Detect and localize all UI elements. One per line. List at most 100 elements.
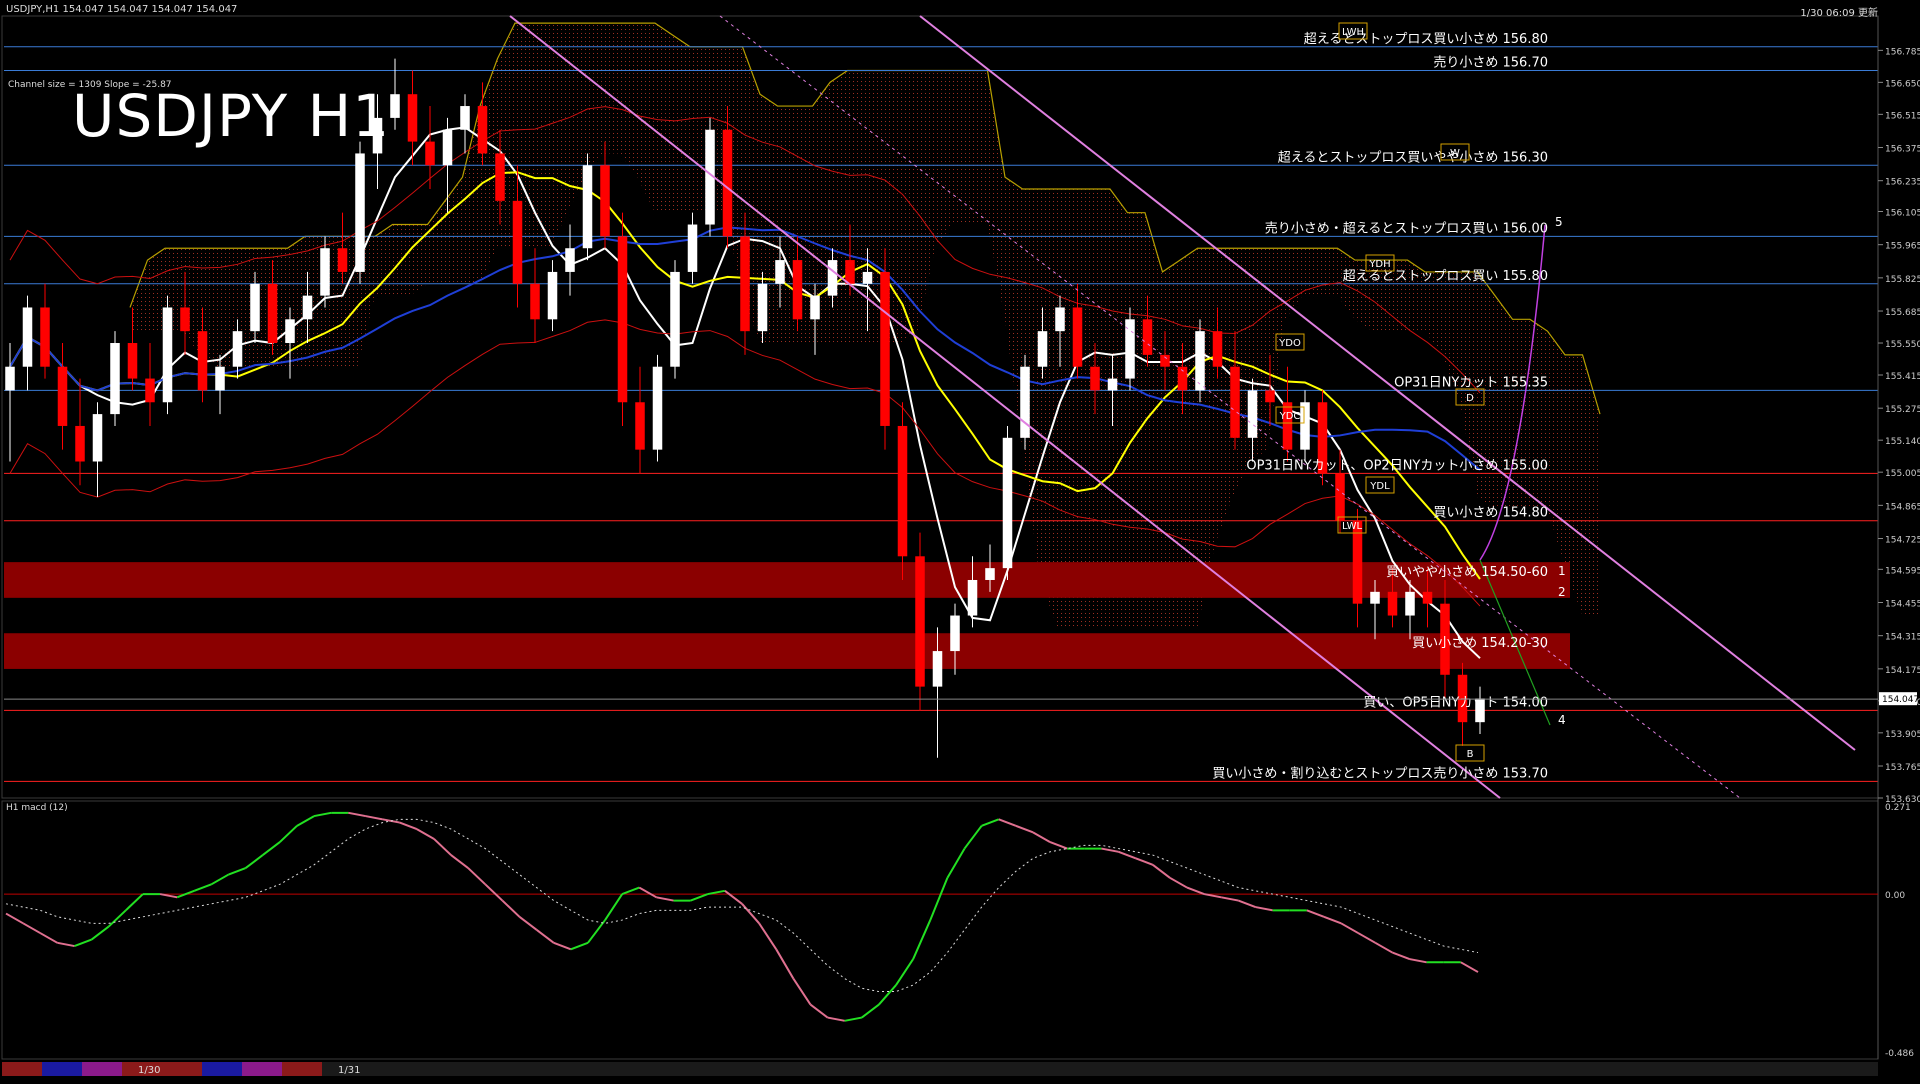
candle-body bbox=[110, 343, 120, 415]
candle-body bbox=[40, 307, 50, 367]
price-tick-label: 153.905 bbox=[1885, 730, 1920, 740]
projection-label: 5 bbox=[1555, 215, 1563, 229]
macd-tick-label: 0.00 bbox=[1885, 891, 1905, 901]
candle-body bbox=[407, 94, 418, 142]
candle-body bbox=[757, 283, 768, 332]
candle-body bbox=[337, 248, 348, 272]
marker-label: YDO bbox=[1278, 338, 1301, 349]
candle-body bbox=[267, 283, 278, 344]
candle-body bbox=[635, 402, 645, 450]
price-tick-label: 155.825 bbox=[1885, 275, 1920, 285]
candle-body bbox=[197, 331, 208, 391]
date-label: 1/30 bbox=[138, 1065, 160, 1076]
marker-label: YDL bbox=[1369, 481, 1390, 492]
candle-body bbox=[162, 307, 173, 403]
chart-canvas: 超えるとストップロス買い小さめ 156.80売り小さめ 156.70超えるとスト… bbox=[0, 0, 1920, 1080]
candle-body bbox=[792, 260, 803, 320]
candle-body bbox=[1422, 591, 1433, 604]
price-tick-label: 155.550 bbox=[1885, 340, 1920, 350]
level-label: 売り小さめ 156.70 bbox=[1433, 55, 1548, 71]
candle-body bbox=[775, 260, 785, 284]
session-bar bbox=[82, 1062, 122, 1076]
candle-body bbox=[617, 236, 628, 403]
candle-body bbox=[1020, 366, 1030, 438]
candle-body bbox=[582, 165, 593, 249]
candle-body bbox=[827, 260, 838, 296]
marker-label: YDH bbox=[1368, 259, 1390, 270]
price-tick-label: 156.785 bbox=[1885, 47, 1920, 57]
support-band bbox=[4, 562, 1570, 598]
candle-body bbox=[390, 94, 400, 118]
candle-body bbox=[75, 425, 85, 462]
candle-body bbox=[915, 556, 925, 687]
candle-body bbox=[1387, 591, 1398, 616]
level-label: 買い小さめ・割り込むとストップロス売り小さめ 153.70 bbox=[1212, 765, 1548, 781]
price-tick-label: 156.650 bbox=[1885, 79, 1920, 89]
candle-body bbox=[442, 129, 453, 166]
projection-label: 1 bbox=[1558, 564, 1566, 578]
symbol-info: USDJPY,H1 154.047 154.047 154.047 154.04… bbox=[6, 4, 238, 15]
candle-body bbox=[1212, 331, 1223, 367]
price-tick-label: 156.375 bbox=[1885, 145, 1920, 155]
session-bar bbox=[202, 1062, 242, 1076]
level-label: 買いやや小さめ 154.50-60 bbox=[1386, 565, 1548, 580]
price-tick-label: 154.595 bbox=[1885, 566, 1920, 576]
candle-body bbox=[1055, 307, 1065, 332]
price-tick-label: 155.275 bbox=[1885, 405, 1920, 415]
candle-body bbox=[670, 271, 680, 367]
session-bar bbox=[2, 1062, 42, 1076]
candle-body bbox=[495, 153, 505, 201]
candle-body bbox=[932, 651, 943, 687]
candle-body bbox=[810, 295, 820, 320]
price-tick-label: 155.140 bbox=[1885, 437, 1920, 447]
level-label: 買い、OP5日NYカット 154.00 bbox=[1363, 695, 1548, 710]
update-time: 1/30 06:09 更新 bbox=[1800, 8, 1878, 19]
candle-body bbox=[740, 236, 750, 332]
candle-body bbox=[302, 295, 313, 320]
macd-tick-label: -0.486 bbox=[1885, 1049, 1914, 1059]
level-label: 超えるとストップロス買いやや小さめ 156.30 bbox=[1278, 150, 1548, 165]
session-bar bbox=[162, 1062, 202, 1076]
marker-label: D bbox=[1466, 393, 1474, 404]
candle-body bbox=[530, 283, 540, 320]
candle-body bbox=[1300, 402, 1310, 450]
price-tick-label: 155.685 bbox=[1885, 308, 1920, 318]
candle-body bbox=[460, 106, 470, 130]
candle-body bbox=[1072, 307, 1083, 367]
candle-body bbox=[320, 248, 330, 296]
candle-body bbox=[652, 366, 663, 450]
candle-body bbox=[1195, 331, 1205, 391]
candle-body bbox=[600, 165, 610, 237]
candle-body bbox=[950, 615, 960, 652]
price-tick-label: 154.175 bbox=[1885, 666, 1920, 676]
session-bar-rest bbox=[322, 1062, 1878, 1076]
candle-body bbox=[880, 271, 890, 426]
date-label: 1/31 bbox=[338, 1065, 360, 1076]
candle-body bbox=[985, 568, 995, 580]
last-price-label: 154.047 bbox=[1882, 695, 1919, 705]
candle-body bbox=[862, 271, 873, 284]
level-label: OP31日NYカット 155.35 bbox=[1394, 375, 1548, 390]
price-tick-label: 155.415 bbox=[1885, 372, 1920, 382]
candle-body bbox=[1107, 378, 1118, 391]
candle-body bbox=[425, 141, 435, 166]
projection-label: 2 bbox=[1558, 585, 1566, 599]
candle-body bbox=[145, 378, 155, 403]
marker-label: LWL bbox=[1342, 521, 1363, 532]
candle-body bbox=[180, 307, 190, 332]
candle-body bbox=[1002, 437, 1013, 569]
chart-window: 超えるとストップロス買い小さめ 156.80 売り小さめ 156.70 超えるとスト… bbox=[0, 0, 1920, 1080]
candle-body bbox=[22, 307, 33, 367]
candle-body bbox=[512, 200, 523, 284]
candle-body bbox=[92, 414, 103, 462]
candle-body bbox=[250, 283, 260, 332]
marker-label: B bbox=[1467, 749, 1474, 760]
candle-body bbox=[57, 366, 68, 426]
candle-body bbox=[1282, 402, 1293, 450]
candle-body bbox=[565, 248, 575, 272]
projection-label: 4 bbox=[1558, 713, 1566, 727]
support-band bbox=[4, 633, 1570, 669]
price-tick-label: 154.725 bbox=[1885, 536, 1920, 546]
macd-title: H1 macd (12) bbox=[6, 803, 68, 813]
price-tick-label: 154.315 bbox=[1885, 633, 1920, 643]
